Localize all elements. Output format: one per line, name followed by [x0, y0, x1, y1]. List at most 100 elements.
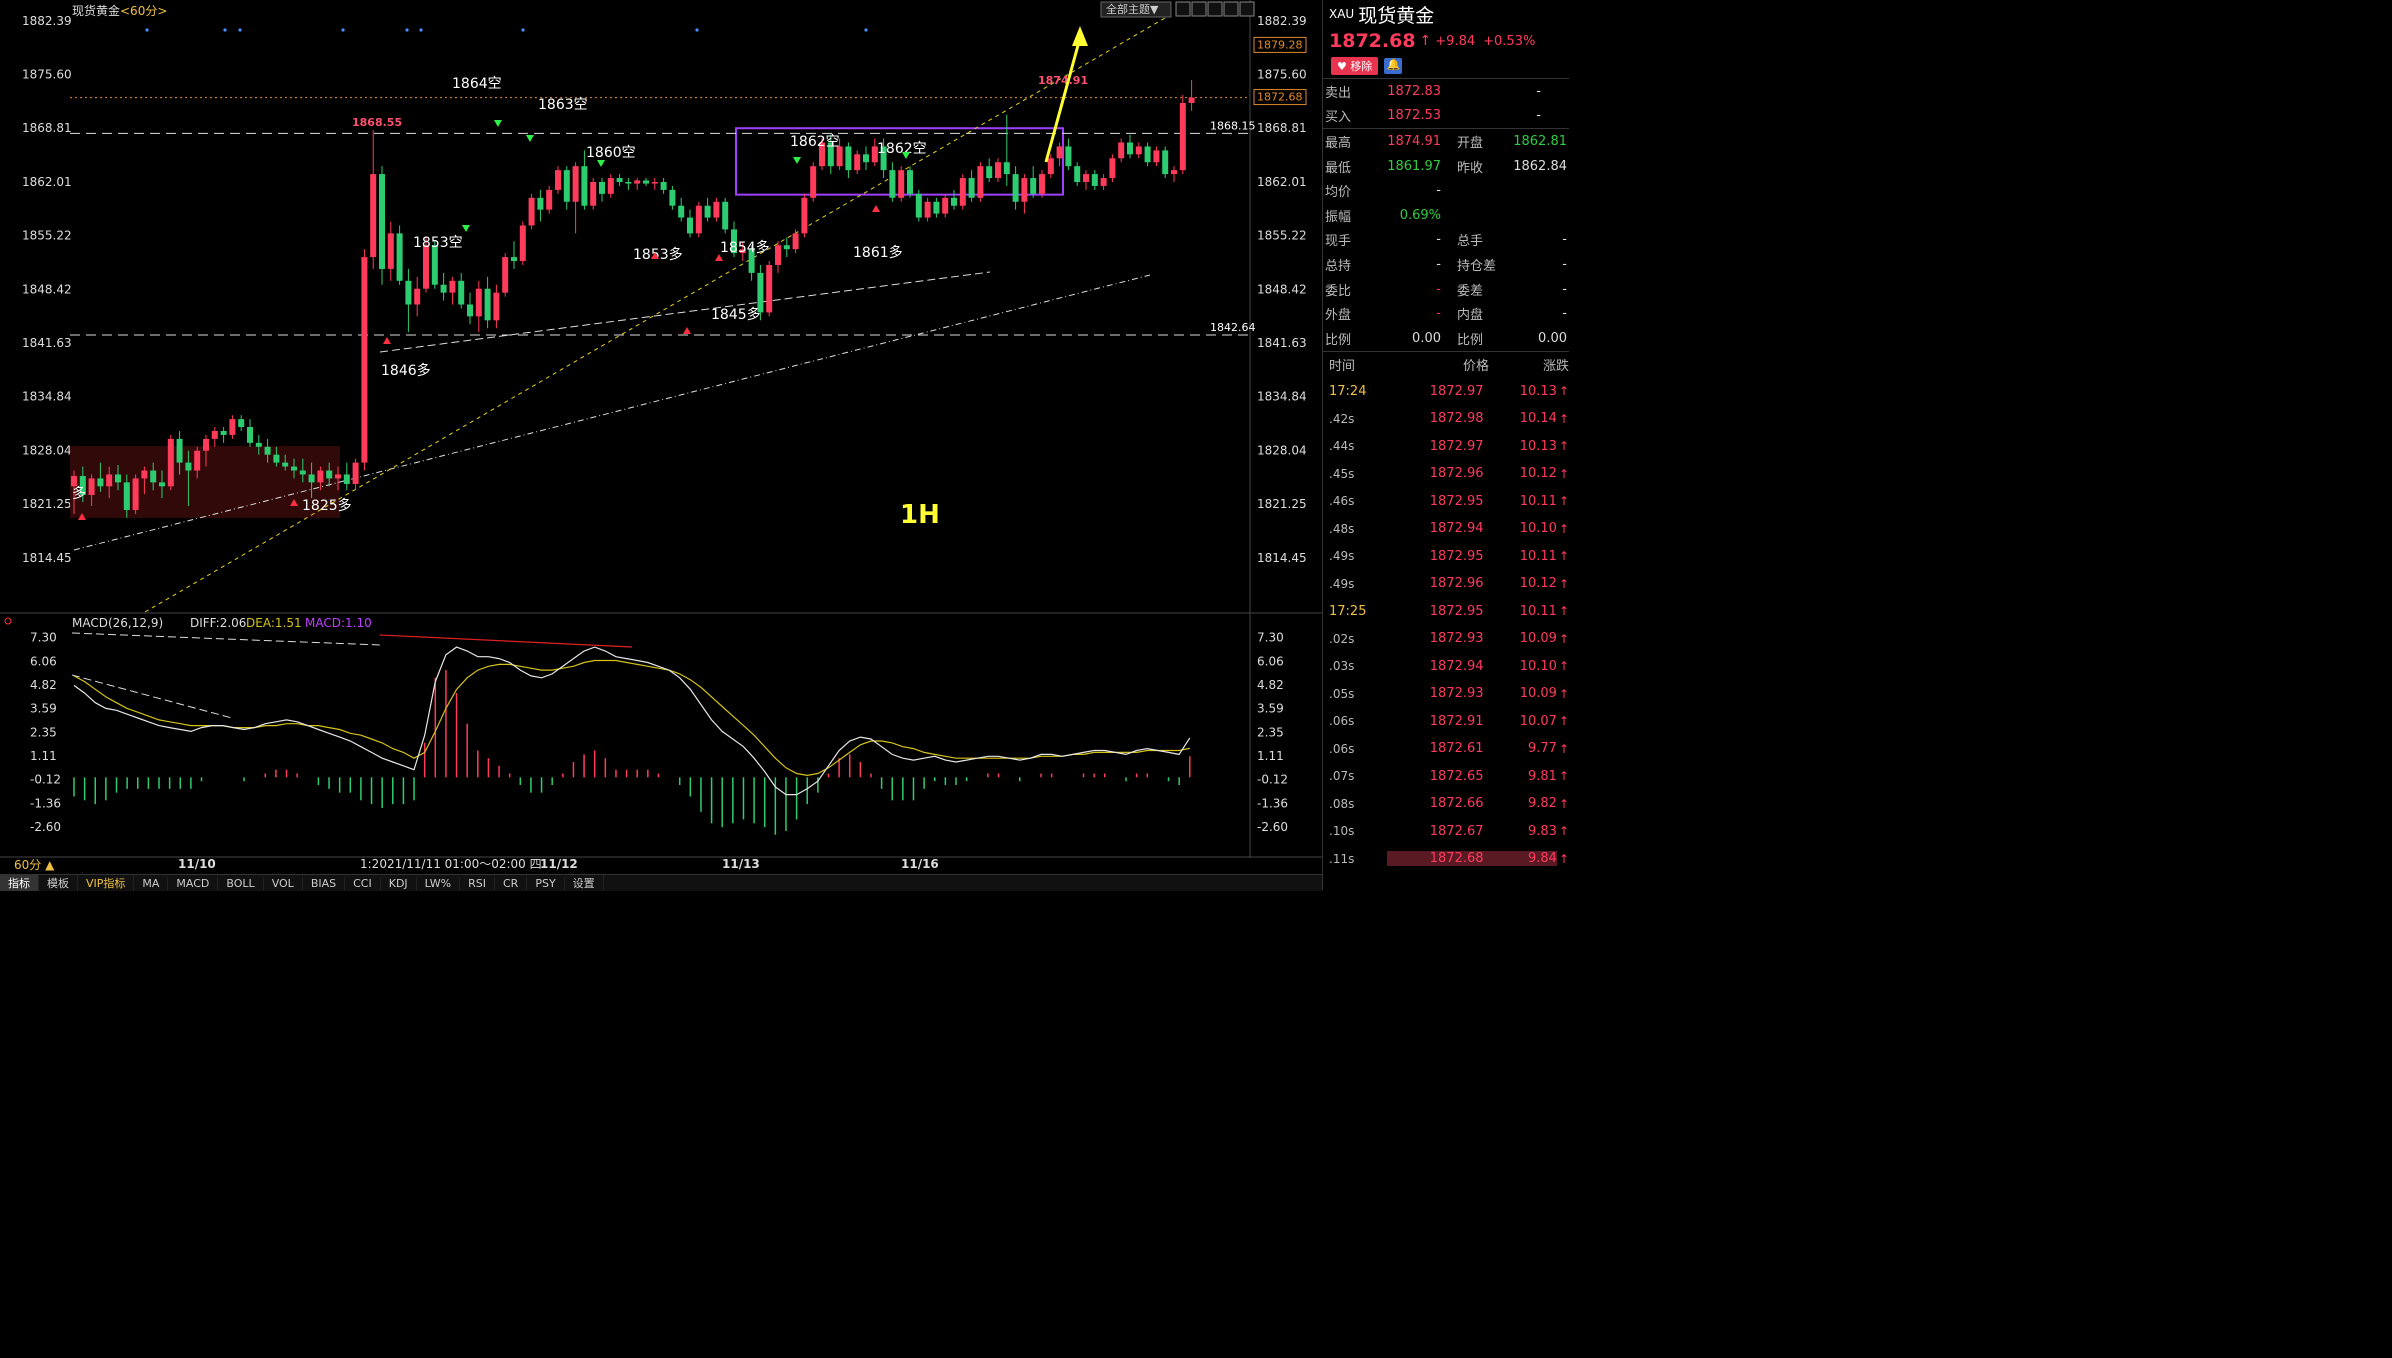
tick-row[interactable]: 17:25 1872.95 10.11 ↑: [1323, 598, 1569, 626]
candle-body: [176, 438, 183, 463]
tick-up-arrow-icon: ↑: [1558, 659, 1569, 674]
indicator-tab-10[interactable]: LW%: [417, 876, 461, 890]
indicator-tab-1[interactable]: 模板: [39, 875, 78, 891]
chart-area[interactable]: 现货黄金 <60分> 全部主题▼ 1882.39 1882.39 1875.60 1875.…: [0, 0, 1322, 874]
candle-body: [607, 178, 614, 194]
tick-up-arrow-icon: ↑: [1558, 686, 1569, 701]
top-marker-dot: [405, 28, 409, 32]
x-tick: 11/10: [178, 857, 216, 871]
tick-row[interactable]: .44s 1872.97 10.13 ↑: [1323, 433, 1569, 461]
candle-body: [898, 170, 905, 198]
tick-row[interactable]: .02s 1872.93 10.09 ↑: [1323, 625, 1569, 653]
indicator-tab-13[interactable]: PSY: [527, 876, 565, 890]
diff-line: [73, 646, 1191, 796]
indicator-tab-8[interactable]: CCI: [345, 876, 381, 890]
stat-value: -: [1436, 232, 1441, 248]
tick-change: 9.82: [1527, 796, 1557, 812]
stat-value-2: 1862.84: [1513, 158, 1567, 174]
stat-value: -: [1436, 306, 1441, 322]
tick-row[interactable]: .05s 1872.93 10.09 ↑: [1323, 680, 1569, 708]
indicator-tab-5[interactable]: BOLL: [218, 876, 264, 890]
tick-list[interactable]: 17:24 1872.97 10.13 ↑ .42s 1872.98 10.14 ↑ .44s 1…: [1323, 378, 1569, 873]
tick-row[interactable]: .10s 1872.67 9.83 ↑: [1323, 818, 1569, 846]
tick-up-arrow-icon: ↑: [1558, 741, 1569, 756]
candle-body: [159, 482, 165, 487]
candle-body: [695, 205, 702, 234]
candle-body: [678, 205, 685, 218]
stat-label: 外盘: [1325, 308, 1352, 324]
tick-row[interactable]: 17:24 1872.97 10.13 ↑: [1323, 378, 1569, 406]
tick-row[interactable]: .11s 1872.68 9.84 ↑: [1323, 845, 1569, 873]
candle-body: [1065, 146, 1072, 167]
candle-body: [502, 257, 509, 293]
indicator-tab-11[interactable]: RSI: [460, 876, 495, 890]
candle-body: [1012, 174, 1019, 202]
price-box-top-label: 1879.28: [1257, 38, 1303, 51]
tick-row[interactable]: .45s 1872.96 10.12 ↑: [1323, 460, 1569, 488]
candle-body: [97, 478, 104, 487]
indicator-tab-7[interactable]: BIAS: [303, 876, 346, 890]
tick-change: 9.83: [1527, 823, 1557, 839]
macd-y-tick-right: -0.12: [1257, 773, 1288, 787]
annotation-label: 1863空: [538, 97, 588, 113]
stat-value-2: -: [1562, 232, 1567, 248]
y-tick-left: 1848.42: [22, 282, 72, 296]
tick-change: 10.11: [1519, 493, 1557, 509]
down-arrow-icon: [597, 160, 605, 167]
candle-body: [343, 474, 350, 484]
stat-value: 1861.97: [1387, 158, 1441, 174]
remove-watchlist-button[interactable]: ♥ 移除: [1331, 57, 1379, 75]
candle-body: [704, 205, 711, 218]
indicator-tab-0[interactable]: 指标: [0, 875, 39, 891]
stat-value: 0.69%: [1399, 207, 1441, 223]
tick-row[interactable]: .03s 1872.94 10.10 ↑: [1323, 653, 1569, 681]
kline-chart[interactable]: 现货黄金 <60分> 全部主题▼ 1882.39 1882.39 1875.60 1875.…: [0, 0, 1322, 874]
candle-body: [810, 166, 817, 198]
candle-body: [449, 280, 456, 293]
tick-row[interactable]: .46s 1872.95 10.11 ↑: [1323, 488, 1569, 516]
macd-y-tick-left: 1.11: [30, 749, 57, 763]
annotation-label: 1853空: [413, 235, 463, 251]
stat-row: 均价 -: [1323, 178, 1569, 203]
tick-row[interactable]: .08s 1872.66 9.82 ↑: [1323, 790, 1569, 818]
candle-body: [458, 280, 465, 305]
stat-row: 总持 - 持仓差 -: [1323, 252, 1569, 277]
candle-body: [625, 181, 632, 184]
candle-body: [924, 201, 931, 218]
y-tick-left: 1868.81: [22, 121, 72, 135]
annotation-label: 多: [72, 485, 86, 502]
tick-up-arrow-icon: ↑: [1558, 631, 1569, 646]
sell-row: 卖出 1872.83 -: [1323, 79, 1569, 104]
tick-row[interactable]: .06s 1872.91 10.07 ↑: [1323, 708, 1569, 736]
tick-up-arrow-icon: ↑: [1558, 604, 1569, 619]
candle-body: [1074, 166, 1081, 182]
indicator-tab-6[interactable]: VOL: [264, 876, 303, 890]
candle-body: [238, 419, 245, 428]
tick-row[interactable]: .48s 1872.94 10.10 ↑: [1323, 515, 1569, 543]
indicator-tab-2[interactable]: VIP指标: [78, 875, 135, 891]
macd-dea-label: DEA:1.51: [246, 616, 302, 630]
tick-row[interactable]: .42s 1872.98 10.14 ↑: [1323, 405, 1569, 433]
candle-body: [326, 470, 333, 479]
bell-icon[interactable]: 🔔: [1384, 58, 1403, 74]
indicator-tab-14[interactable]: 设置: [565, 875, 604, 891]
candle-body: [766, 264, 773, 313]
tick-price: 1872.97: [1429, 383, 1484, 399]
indicator-tab-3[interactable]: MA: [134, 876, 169, 890]
candle-body: [229, 419, 236, 435]
macd-y-tick-left: 7.30: [30, 631, 57, 645]
quote-sidebar: XAU 现货黄金 1872.68 ↑ +9.84 +0.53% ♥ 移除 🔔 卖…: [1322, 0, 1569, 890]
indicator-tab-9[interactable]: KDJ: [381, 876, 417, 890]
tick-row[interactable]: .49s 1872.95 10.11 ↑: [1323, 543, 1569, 571]
indicator-tab-bar: 指标 模板 VIP指标 MA MACD BOLL VOL BIAS CCI KDJ LW% RSI CR…: [0, 874, 1322, 891]
tick-row[interactable]: .06s 1872.61 9.77 ↑: [1323, 735, 1569, 763]
tick-row[interactable]: .07s 1872.65 9.81 ↑: [1323, 763, 1569, 791]
price-row: 1872.68 ↑ +9.84 +0.53%: [1323, 28, 1569, 54]
indicator-tab-4[interactable]: MACD: [168, 876, 219, 890]
candle-body: [123, 482, 130, 511]
macd-y-tick-left: -1.36: [30, 796, 61, 810]
stat-row: 现手 - 总手 -: [1323, 228, 1569, 253]
indicator-tab-12[interactable]: CR: [495, 876, 528, 890]
tick-change: 10.14: [1519, 411, 1557, 427]
tick-row[interactable]: .49s 1872.96 10.12 ↑: [1323, 570, 1569, 598]
